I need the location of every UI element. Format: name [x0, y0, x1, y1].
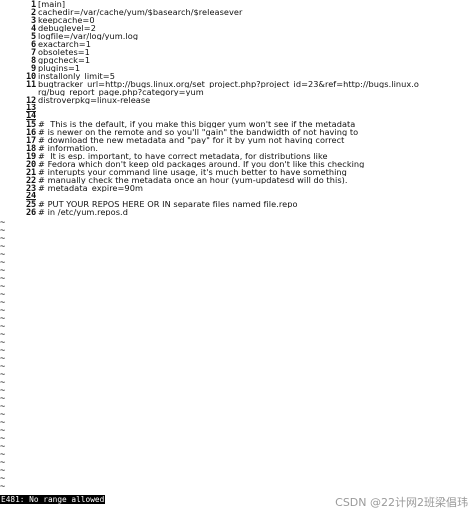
line-number: 6	[31, 40, 36, 48]
editor-line[interactable]: 5 logfile=/var/log/yum.log	[0, 32, 474, 40]
line-number: 24	[26, 192, 36, 200]
line-text: # download the new metadata and "pay" fo…	[38, 136, 345, 144]
line-number: 2	[31, 8, 36, 16]
line-text: logfile=/var/log/yum.log	[38, 32, 139, 40]
line-text: # Fedora which don't keep old packages a…	[38, 160, 365, 168]
line-text: obsoletes=1	[38, 48, 90, 56]
editor-line[interactable]: rg/bug_report_page.php?category=yum	[0, 88, 474, 96]
line-number: 15	[26, 120, 36, 128]
line-number: 9	[31, 64, 36, 72]
line-number: 11	[26, 80, 36, 88]
line-text: cachedir=/var/cache/yum/$basearch/$relea…	[38, 8, 243, 16]
line-number: 21	[26, 168, 36, 176]
vim-editor[interactable]: 1 [main] 2 cachedir=/var/cache/yum/$basearc…	[0, 0, 474, 515]
editor-line[interactable]: 21 # interupts your command line usage, i…	[0, 168, 474, 176]
line-number: 3	[31, 16, 36, 24]
editor-line[interactable]: 15 # This is the default, if you make thi…	[0, 120, 474, 128]
line-number: 12	[26, 96, 36, 104]
line-text: # metadata_expire=90m	[38, 184, 143, 192]
editor-line[interactable]: 1 [main]	[0, 0, 474, 8]
line-text: gpgcheck=1	[38, 56, 91, 64]
line-text: # in /etc/yum.repos.d	[38, 208, 128, 216]
editor-line[interactable]: 9 plugins=1	[0, 64, 474, 72]
line-number: 22	[26, 176, 36, 184]
line-number: 26	[26, 208, 36, 216]
line-text: # PUT YOUR REPOS HERE OR IN separate fil…	[38, 200, 298, 208]
editor-line[interactable]: 11 bugtracker_url=http://bugs.linux.org/s…	[0, 80, 474, 88]
editor-line[interactable]: 17 # download the new metadata and "pay" …	[0, 136, 474, 144]
line-text: keepcache=0	[38, 16, 95, 24]
editor-line[interactable]: 7 obsoletes=1	[0, 48, 474, 56]
command-line-error: E481: No range allowed	[0, 495, 106, 504]
editor-line[interactable]: 16 # is newer on the remote and so you'll…	[0, 128, 474, 136]
editor-line[interactable]: 22 # manually check the metadata once an …	[0, 176, 474, 184]
line-text: rg/bug_report_page.php?category=yum	[38, 88, 204, 96]
editor-line[interactable]: 6 exactarch=1	[0, 40, 474, 48]
line-text: bugtracker_url=http://bugs.linux.org/set…	[38, 80, 419, 88]
line-text: # manually check the metadata once an ho…	[38, 176, 348, 184]
editor-line[interactable]: 19 # It is esp. important, to have correc…	[0, 152, 474, 160]
editor-line[interactable]: 8 gpgcheck=1	[0, 56, 474, 64]
line-number: 18	[26, 144, 36, 152]
line-text: # is newer on the remote and so you'll "…	[38, 128, 359, 136]
editor-line[interactable]: 20 # Fedora which don't keep old packages…	[0, 160, 474, 168]
editor-line[interactable]: 14	[0, 112, 474, 120]
editor-line[interactable]: 23 # metadata_expire=90m	[0, 184, 474, 192]
editor-line[interactable]: 25 # PUT YOUR REPOS HERE OR IN separate f…	[0, 200, 474, 208]
line-number: 1	[31, 0, 36, 8]
line-text: # information.	[38, 144, 99, 152]
editor-line[interactable]: 10 installonly_limit=5	[0, 72, 474, 80]
editor-line[interactable]: 18 # information.	[0, 144, 474, 152]
line-number: 7	[31, 48, 36, 56]
line-text: debuglevel=2	[38, 24, 96, 32]
line-number: 20	[26, 160, 36, 168]
editor-line[interactable]: 3 keepcache=0	[0, 16, 474, 24]
editor-line[interactable]: 26 # in /etc/yum.repos.d	[0, 208, 474, 216]
line-text: installonly_limit=5	[38, 72, 115, 80]
editor-line[interactable]: 2 cachedir=/var/cache/yum/$basearch/$rele…	[0, 8, 474, 16]
empty-line-tilde: ~	[0, 482, 6, 492]
line-number: 23	[26, 184, 36, 192]
line-text: exactarch=1	[38, 40, 91, 48]
line-number: 19	[26, 152, 36, 160]
editor-line[interactable]: 12 distroverpkg=linux-release	[0, 96, 474, 104]
csdn-watermark: CSDN @22计网2班梁倡玮	[335, 496, 468, 509]
line-number: 5	[31, 32, 36, 40]
line-text: plugins=1	[38, 64, 81, 72]
line-number: 8	[31, 56, 36, 64]
editor-line[interactable]: 13	[0, 104, 474, 112]
editor-line[interactable]: 24	[0, 192, 474, 200]
line-number: 10	[26, 72, 36, 80]
line-text: # It is esp. important, to have correct …	[38, 152, 328, 160]
line-number: 17	[26, 136, 36, 144]
line-text: [main]	[38, 0, 66, 8]
line-number: 14	[26, 112, 36, 120]
line-text: # interupts your command line usage, it'…	[38, 168, 347, 176]
line-number: 25	[26, 200, 36, 208]
line-text: distroverpkg=linux-release	[38, 96, 151, 104]
editor-line[interactable]: 4 debuglevel=2	[0, 24, 474, 32]
line-number: 4	[31, 24, 36, 32]
line-text: # This is the default, if you make this …	[38, 120, 356, 128]
line-number: 13	[26, 104, 36, 112]
line-number: 16	[26, 128, 36, 136]
